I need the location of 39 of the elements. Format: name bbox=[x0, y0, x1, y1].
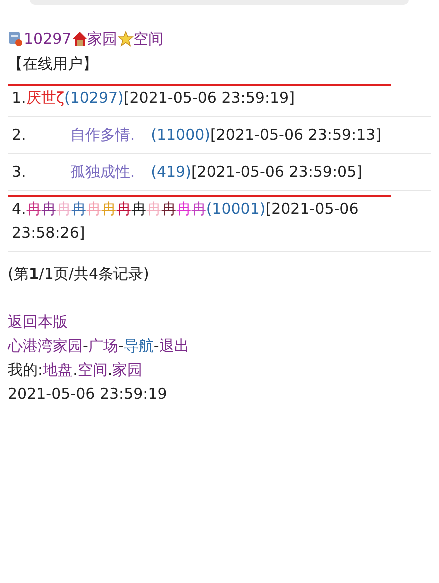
nav-line: 心港湾家园-广场-导航-退出 bbox=[8, 336, 190, 357]
login-date: [2021-05-06 bbox=[266, 199, 359, 220]
section-title: 【在线用户】 bbox=[8, 54, 99, 75]
nav-link[interactable]: 退出 bbox=[159, 337, 190, 355]
login-date: [2021-05-06 bbox=[210, 125, 304, 146]
user-name-link[interactable]: 自作多情. bbox=[26, 126, 152, 144]
user-id-link[interactable]: (10001) bbox=[206, 200, 266, 218]
back-link[interactable]: 返回本版 bbox=[8, 310, 68, 334]
row-number: 1. bbox=[12, 89, 26, 107]
login-time: 23:58:26] bbox=[12, 223, 86, 244]
row-number: 4. bbox=[12, 200, 26, 218]
nav-link[interactable]: 心港湾家园 bbox=[8, 337, 83, 355]
login-time: 23:59:19] bbox=[222, 88, 295, 109]
login-date: [2021-05-06 bbox=[124, 88, 217, 109]
house-icon bbox=[72, 31, 88, 47]
login-date: [2021-05-06 bbox=[191, 162, 284, 183]
user-name-link[interactable]: 冉冉冉冉冉冉冉冉冉冉冉冉 bbox=[26, 200, 206, 218]
row-number: 2. bbox=[12, 126, 26, 144]
nav-link[interactable]: 广场 bbox=[88, 337, 118, 355]
home-link[interactable]: 家园 bbox=[88, 30, 118, 48]
star-icon bbox=[118, 31, 134, 47]
login-time: 23:59:05] bbox=[289, 162, 362, 183]
user-id-link[interactable]: 10297 bbox=[24, 30, 72, 48]
user-id-link[interactable]: (10297) bbox=[64, 89, 124, 107]
my-link[interactable]: 地盘 bbox=[43, 361, 74, 379]
user-id-link[interactable]: (419) bbox=[151, 163, 192, 181]
my-link[interactable]: 空间 bbox=[78, 361, 108, 379]
nav-link[interactable]: 导航 bbox=[124, 337, 154, 355]
space-link[interactable]: 空间 bbox=[134, 30, 164, 48]
current-time: 2021-05-06 23:59:19 bbox=[8, 384, 168, 405]
user-name-link[interactable]: 孤独成性. bbox=[26, 163, 152, 181]
row-number: 3. bbox=[12, 163, 26, 181]
my-link[interactable]: 家园 bbox=[112, 361, 143, 379]
my-links-line: 我的:地盘.空间.家园 bbox=[8, 360, 143, 381]
user-name-link[interactable]: 厌世ζ bbox=[26, 89, 64, 107]
user-id-link[interactable]: (11000) bbox=[151, 126, 211, 144]
user-card-icon bbox=[8, 31, 24, 47]
login-time: 23:59:13] bbox=[308, 125, 382, 146]
pagination-text: (第1/1页/共4条记录) bbox=[8, 264, 150, 285]
